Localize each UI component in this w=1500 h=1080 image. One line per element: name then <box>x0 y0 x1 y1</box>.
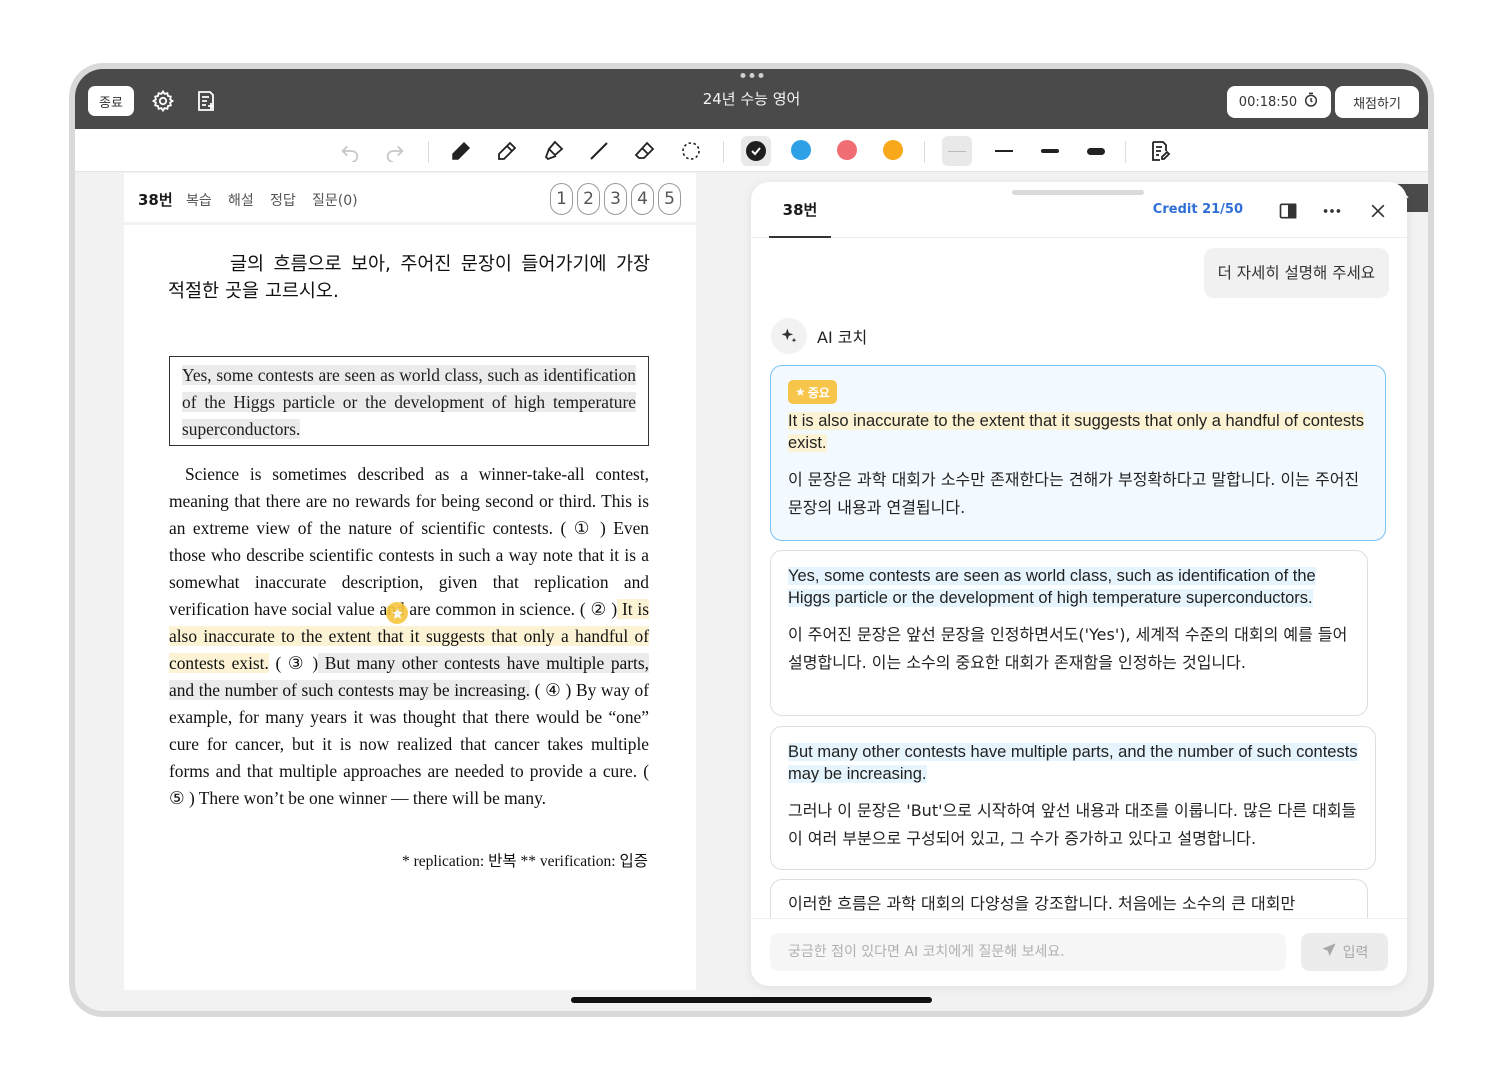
color-orange-swatch[interactable] <box>883 140 903 160</box>
stopwatch-icon <box>1303 92 1319 112</box>
question-prompt: 글의 흐름으로 보아, 주어진 문장이 들어가기에 가장 적절한 곳을 고르시오… <box>168 254 650 302</box>
choice-4[interactable]: 4 <box>631 183 654 215</box>
choice-2[interactable]: 2 <box>577 183 600 215</box>
pencil-icon[interactable] <box>492 136 522 166</box>
timer[interactable]: 00:18:50 <box>1227 86 1331 118</box>
answer-link[interactable]: 정답 <box>270 190 296 210</box>
pen-icon[interactable] <box>446 136 476 166</box>
user-message: 더 자세히 설명해 주세요 <box>1203 248 1389 298</box>
question-document: 38번 복습 해설 정답 질문(0) 1 2 3 4 5 글의 흐름으로 보아,… <box>124 173 696 990</box>
drawing-toolbar <box>75 129 1428 212</box>
top-bar: 종료 24년 수능 영어 00:18:50 채점하기 <box>75 69 1428 129</box>
undo-icon[interactable] <box>335 136 365 166</box>
explanation-link[interactable]: 해설 <box>228 190 254 210</box>
line-icon[interactable] <box>584 136 614 166</box>
credit-badge: Credit 21/50 <box>1152 202 1243 217</box>
important-badge: ★ 중요 <box>788 380 837 404</box>
more-icon[interactable] <box>1319 198 1345 224</box>
stroke-extra-thick[interactable] <box>1081 136 1111 166</box>
choice-5[interactable]: 5 <box>658 183 681 215</box>
note-add-icon[interactable] <box>192 87 220 115</box>
multitask-dots[interactable] <box>740 73 763 78</box>
explanation-card[interactable]: ★ 중요 It is also inaccurate to the extent … <box>770 365 1386 541</box>
explanation-card[interactable]: Yes, some contests are seen as world cla… <box>770 550 1368 716</box>
exit-button[interactable]: 종료 <box>88 86 134 116</box>
coach-label: AI 코치 <box>771 318 867 354</box>
marker-3: ( ③ ) <box>268 653 319 673</box>
given-sentence: Yes, some contests are seen as world cla… <box>182 365 636 439</box>
card-korean: 이 문장은 과학 대회가 소수만 존재한다는 견해가 부정확하다고 말합니다. … <box>788 470 1360 517</box>
chat-input-bar: 입력 <box>751 918 1407 986</box>
timer-value: 00:18:50 <box>1238 94 1298 110</box>
given-sentence-box: Yes, some contests are seen as world cla… <box>169 356 649 446</box>
stroke-thin-selected[interactable] <box>942 136 972 166</box>
important-star-icon[interactable] <box>386 602 408 624</box>
question-nav: 38번 복습 해설 정답 질문(0) 1 2 3 4 5 <box>124 173 696 225</box>
marker-4: ( ④ ) <box>530 680 572 700</box>
page-title: 24년 수능 영어 <box>702 90 801 108</box>
grade-button[interactable]: 채점하기 <box>1335 86 1419 118</box>
eraser-icon[interactable] <box>630 136 660 166</box>
chat-area[interactable]: 더 자세히 설명해 주세요 AI 코치 ★ 중요 It is also inacc… <box>751 239 1407 919</box>
marker-1: ( ① ) <box>560 518 606 538</box>
tablet-frame: 종료 24년 수능 영어 00:18:50 채점하기 38번 복습 해설 정답 … <box>69 63 1434 1017</box>
split-view-icon[interactable] <box>1275 198 1301 224</box>
highlighter-icon[interactable] <box>538 136 568 166</box>
panel-header: 38번 Credit 21/50 <box>751 182 1407 238</box>
card-english: It is also inaccurate to the extent that… <box>788 412 1365 452</box>
passage[interactable]: Science is sometimes described as a winn… <box>169 461 650 812</box>
review-link[interactable]: 복습 <box>186 190 212 210</box>
explanation-card[interactable]: 이러한 흐름은 과학 대회의 다양성을 강조합니다. 처음에는 소수의 큰 대회… <box>770 879 1368 919</box>
card-english: Yes, some contests are seen as world cla… <box>788 567 1316 607</box>
sparkle-icon <box>771 318 807 354</box>
card-korean: 그러나 이 문장은 'But'으로 시작하여 앞선 내용과 대조를 이룹니다. … <box>788 801 1357 848</box>
memo-edit-icon[interactable] <box>1145 136 1175 166</box>
redo-icon[interactable] <box>380 136 410 166</box>
send-button[interactable]: 입력 <box>1301 933 1388 971</box>
send-label: 입력 <box>1342 945 1369 961</box>
choice-1[interactable]: 1 <box>550 183 573 215</box>
home-indicator[interactable] <box>571 997 932 1003</box>
stroke-thick[interactable] <box>1035 136 1065 166</box>
questions-link[interactable]: 질문(0) <box>312 190 358 210</box>
card-english: But many other contests have multiple pa… <box>788 743 1358 783</box>
tablet-screen: 종료 24년 수능 영어 00:18:50 채점하기 38번 복습 해설 정답 … <box>75 69 1428 1011</box>
color-black-selected[interactable] <box>741 136 771 166</box>
ai-coach-panel: 38번 Credit 21/50 더 자세히 설명해 주세요 AI 코치 ★ 중… <box>751 182 1407 986</box>
question-number: 38번 <box>138 191 173 209</box>
card-korean: 이 주어진 문장은 앞선 문장을 인정하면서도('Yes'), 세계적 수준의 … <box>788 625 1348 672</box>
star-icon: ★ <box>795 385 806 399</box>
marker-2: ( ② ) <box>579 599 618 619</box>
passage-text: There won’t be one winner — there will b… <box>194 788 546 808</box>
stroke-medium[interactable] <box>989 136 1019 166</box>
card-korean: 이러한 흐름은 과학 대회의 다양성을 강조합니다. 처음에는 소수의 큰 대회… <box>788 894 1296 913</box>
footnote: * replication: 반복 ** verification: 입증 <box>402 853 648 870</box>
coach-name: AI 코치 <box>817 328 868 347</box>
lasso-icon[interactable] <box>676 136 706 166</box>
color-red-swatch[interactable] <box>837 140 857 160</box>
send-icon <box>1321 942 1337 962</box>
close-icon[interactable] <box>1365 198 1391 224</box>
tab-question[interactable]: 38번 <box>769 182 831 238</box>
explanation-card[interactable]: But many other contests have multiple pa… <box>770 726 1376 870</box>
choice-3[interactable]: 3 <box>604 183 627 215</box>
color-blue-swatch[interactable] <box>791 140 811 160</box>
chat-input[interactable] <box>770 933 1286 971</box>
gear-icon[interactable] <box>149 87 177 115</box>
